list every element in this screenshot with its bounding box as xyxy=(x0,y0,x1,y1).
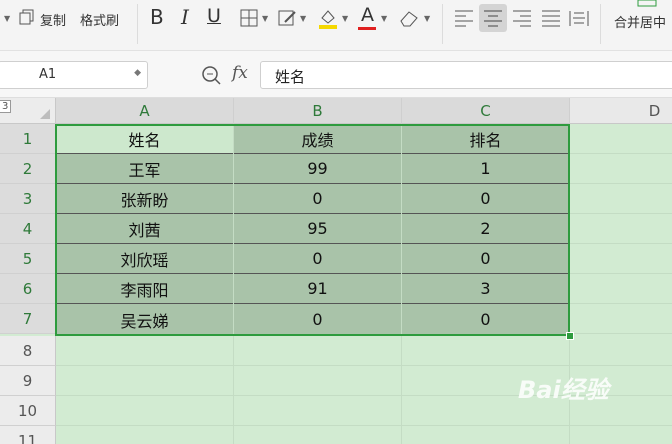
cell-b3[interactable]: 0 xyxy=(234,184,402,214)
border-icon[interactable] xyxy=(238,7,260,29)
name-box-value: A1 xyxy=(39,67,57,82)
divider xyxy=(137,4,138,44)
row-header-1[interactable]: 1 xyxy=(0,124,56,154)
spreadsheet-grid: 3 A B C D 1 2 3 4 5 6 7 8 9 10 11 姓名 成绩 … xyxy=(0,98,672,444)
cell-b6[interactable]: 91 xyxy=(234,274,402,304)
cell-b4[interactable]: 95 xyxy=(234,214,402,244)
copy-icon[interactable] xyxy=(18,8,36,26)
cell-style-icon[interactable] xyxy=(276,7,298,29)
border-dropdown-icon[interactable]: ▼ xyxy=(262,14,268,23)
cell-c2[interactable]: 1 xyxy=(402,154,570,184)
baidu-watermark: Bai经验 xyxy=(518,376,609,404)
cell-a7[interactable]: 吴云娣 xyxy=(56,304,234,336)
paste-dropdown-icon[interactable]: ▼ xyxy=(4,14,10,23)
cell-a1[interactable]: 姓名 xyxy=(56,124,234,154)
cell-b7[interactable]: 0 xyxy=(234,304,402,336)
italic-button[interactable]: I xyxy=(181,5,189,29)
underline-button[interactable]: U xyxy=(207,5,221,27)
name-box[interactable]: A1 ◆ xyxy=(0,61,148,89)
name-box-dropdown-icon[interactable]: ◆ xyxy=(134,68,141,78)
fill-handle[interactable] xyxy=(566,332,574,340)
column-header-b[interactable]: B xyxy=(234,98,402,124)
formula-input[interactable]: 姓名 xyxy=(260,61,672,89)
corner-label: 3 xyxy=(0,100,12,113)
align-center-icon[interactable] xyxy=(479,4,507,32)
row-header-9[interactable]: 9 xyxy=(0,366,56,396)
column-header-a[interactable]: A xyxy=(56,98,234,124)
cell-c3[interactable]: 0 xyxy=(402,184,570,214)
cell-a3[interactable]: 张新盼 xyxy=(56,184,234,214)
cell-c6[interactable]: 3 xyxy=(402,274,570,304)
font-color-bar xyxy=(358,27,376,30)
corner-triangle-icon xyxy=(40,109,50,119)
row-header-5[interactable]: 5 xyxy=(0,244,56,274)
font-color-button[interactable]: A xyxy=(361,4,374,26)
format-painter-button[interactable]: 格式刷 xyxy=(80,10,119,29)
cell-b1[interactable]: 成绩 xyxy=(234,124,402,154)
clear-dropdown-icon[interactable]: ▼ xyxy=(424,14,430,23)
fill-color-icon[interactable] xyxy=(317,6,339,30)
copy-button[interactable]: 复制 xyxy=(40,10,66,29)
cell-c1[interactable]: 排名 xyxy=(402,124,570,154)
cell-style-dropdown-icon[interactable]: ▼ xyxy=(300,14,306,23)
cell-a4[interactable]: 刘茜 xyxy=(56,214,234,244)
bold-button[interactable]: B xyxy=(150,5,164,29)
merge-center-icon[interactable] xyxy=(636,0,658,8)
cell-b5[interactable]: 0 xyxy=(234,244,402,274)
select-all-corner[interactable]: 3 xyxy=(0,98,56,124)
justify-icon[interactable] xyxy=(540,7,562,29)
align-left-icon[interactable] xyxy=(453,7,475,29)
eraser-icon[interactable] xyxy=(398,7,420,29)
row-header-11[interactable]: 11 xyxy=(0,426,56,444)
font-color-dropdown-icon[interactable]: ▼ xyxy=(381,14,387,23)
row-header-8[interactable]: 8 xyxy=(0,336,56,366)
row-header-2[interactable]: 2 xyxy=(0,154,56,184)
fill-color-dropdown-icon[interactable]: ▼ xyxy=(342,14,348,23)
cell-a2[interactable]: 王军 xyxy=(56,154,234,184)
empty-rows-right xyxy=(570,124,672,336)
row-header-3[interactable]: 3 xyxy=(0,184,56,214)
merge-center-button[interactable]: 合并居中 xyxy=(614,12,666,31)
divider xyxy=(442,4,443,44)
zoom-search-icon[interactable] xyxy=(200,64,222,86)
distributed-align-icon[interactable] xyxy=(568,7,590,29)
cell-b2[interactable]: 99 xyxy=(234,154,402,184)
formula-bar: A1 ◆ fx 姓名 xyxy=(0,51,672,98)
align-right-icon[interactable] xyxy=(511,7,533,29)
column-header-d[interactable]: D xyxy=(570,98,672,124)
cell-a6[interactable]: 李雨阳 xyxy=(56,274,234,304)
cell-c7[interactable]: 0 xyxy=(402,304,570,336)
row-header-6[interactable]: 6 xyxy=(0,274,56,304)
function-fx-button[interactable]: fx xyxy=(232,63,248,83)
row-header-10[interactable]: 10 xyxy=(0,396,56,426)
formula-content: 姓名 xyxy=(275,68,306,86)
row-header-7[interactable]: 7 xyxy=(0,304,56,334)
cell-a5[interactable]: 刘欣瑶 xyxy=(56,244,234,274)
row-header-4[interactable]: 4 xyxy=(0,214,56,244)
column-header-c[interactable]: C xyxy=(402,98,570,124)
divider xyxy=(600,4,601,44)
cell-c5[interactable]: 0 xyxy=(402,244,570,274)
toolbar: ▼ 复制 格式刷 B I U ▼ ▼ ▼ A ▼ ▼ 合并居中 xyxy=(0,0,672,51)
cell-c4[interactable]: 2 xyxy=(402,214,570,244)
